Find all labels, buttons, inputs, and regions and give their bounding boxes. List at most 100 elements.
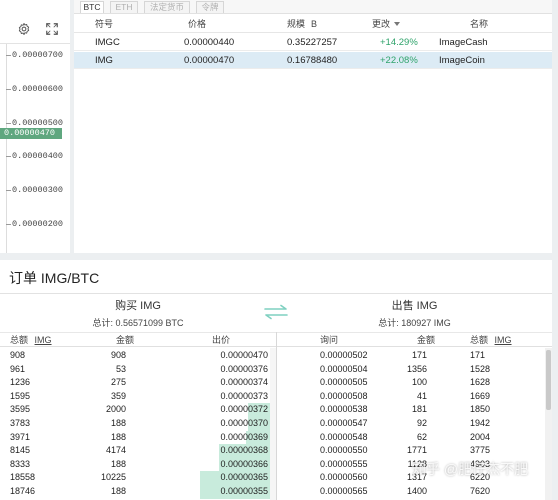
buy-amount: 188 [110, 418, 126, 428]
sell-ask: 0.00000560 [320, 472, 368, 483]
chart-toolbar [0, 14, 70, 44]
swap-arrows-icon[interactable] [262, 304, 290, 320]
buy-total: 3595 [10, 404, 31, 415]
price-axis: 0.00000700 0.00000600 0.00000500 0.00000… [0, 44, 64, 253]
sell-total: 171 [470, 350, 486, 360]
sell-amount: 100 [411, 377, 427, 388]
buy-total: 8333 [10, 458, 31, 469]
sell-table-header: 询问 金额 总额 IMG [277, 332, 552, 347]
buy-price: 0.00000376 [220, 363, 268, 374]
buy-amount: 908 [110, 350, 126, 360]
sell-col-total-unit[interactable]: IMG [495, 335, 512, 345]
col-change[interactable]: 更改 [372, 15, 401, 32]
buy-order-row[interactable]: 3971 188 0.00000369 [0, 430, 270, 445]
sell-ask: 0.00000504 [320, 363, 368, 374]
sell-ask: 0.00000547 [320, 418, 368, 428]
buy-col-total: 总额 IMG [10, 333, 52, 347]
row-name: ImageCash [439, 37, 488, 48]
col-name[interactable]: 名称 [470, 15, 488, 32]
market-row-selected[interactable]: IMG 0.00000470 0.16788480 +22.08% ImageC… [74, 52, 552, 69]
buy-total: 1595 [10, 390, 31, 401]
sell-amount: 1771 [406, 445, 427, 456]
market-tabs: BTC ETH 法定货币 令牌 [74, 0, 552, 14]
row-volume: 0.35227257 [287, 37, 338, 48]
buy-amount: 53 [115, 363, 126, 374]
axis-label: 0.00000500 [12, 118, 64, 128]
col-volume[interactable]: 规模 B [287, 15, 317, 32]
sell-amount: 41 [416, 390, 427, 401]
col-volume-unit: B [311, 18, 318, 29]
buy-price: 0.00000369 [220, 431, 268, 442]
row-change: +22.08% [380, 55, 418, 66]
buy-col-total-label: 总额 [10, 335, 29, 345]
sell-order-row[interactable]: 0.00000504 1356 1528 [277, 363, 545, 377]
buy-total: 1236 [10, 377, 31, 388]
axis-label: 0.00000200 [12, 219, 64, 229]
row-change: +14.29% [380, 37, 418, 48]
tab-tokens[interactable]: 令牌 [196, 1, 224, 13]
sell-ask: 0.00000550 [320, 445, 368, 456]
buy-order-row[interactable]: 8145 4174 0.00000368 [0, 444, 270, 458]
buy-amount: 10225 [100, 472, 126, 483]
market-row[interactable]: IMGC 0.00000440 0.35227257 +14.29% Image… [74, 34, 552, 51]
buy-price: 0.00000373 [220, 390, 268, 401]
sell-scrollbar[interactable] [545, 348, 552, 500]
buy-price: 0.00000372 [220, 404, 268, 415]
col-change-label: 更改 [372, 19, 391, 29]
scrollbar-thumb[interactable] [546, 350, 551, 410]
gear-icon[interactable] [14, 19, 34, 39]
sell-total: 总计: 180927 IMG [378, 318, 451, 328]
row-price: 0.00000440 [184, 37, 235, 48]
buy-col-total-unit[interactable]: IMG [35, 335, 52, 345]
buy-order-row[interactable]: 18746 188 0.00000355 [0, 485, 270, 499]
sell-order-row[interactable]: 0.00000502 171 171 [277, 349, 545, 363]
sell-ask: 0.00000505 [320, 377, 368, 388]
sell-amount: 62 [416, 431, 427, 442]
current-price-marker: 0.00000470 [0, 128, 62, 139]
buy-amount: 275 [110, 377, 126, 388]
sell-amount: 92 [416, 418, 427, 428]
buy-amount: 188 [110, 458, 126, 469]
buy-col-amount: 金额 [116, 335, 135, 345]
buy-order-row[interactable]: 3595 2000 0.00000372 [0, 403, 270, 417]
sell-amount: 181 [411, 404, 427, 415]
sell-ask: 0.00000565 [320, 486, 368, 496]
col-price[interactable]: 价格 [188, 15, 206, 32]
sell-order-row[interactable]: 0.00000550 1771 3775 [277, 444, 545, 458]
buy-order-row[interactable]: 1236 275 0.00000374 [0, 376, 270, 390]
tab-btc[interactable]: BTC [80, 1, 104, 13]
sell-order-row[interactable]: 0.00000565 1400 7620 [277, 485, 545, 499]
buy-order-row[interactable]: 1595 359 0.00000373 [0, 390, 270, 404]
buy-order-row[interactable]: 18558 10225 0.00000365 [0, 471, 270, 485]
buy-order-row[interactable]: 8333 188 0.00000366 [0, 457, 270, 472]
buy-total: 3971 [10, 431, 31, 442]
buy-order-row[interactable]: 961 53 0.00000376 [0, 363, 270, 377]
sell-amount: 1356 [406, 363, 427, 374]
sell-ask: 0.00000548 [320, 431, 368, 442]
tab-fiat[interactable]: 法定货币 [144, 1, 190, 13]
sell-order-row[interactable]: 0.00000548 62 2004 [277, 431, 545, 445]
buy-order-row[interactable]: 3783 188 0.00000370 [0, 417, 270, 431]
buy-col-price: 出价 [212, 335, 231, 345]
sell-ask: 0.00000538 [320, 404, 368, 415]
sell-order-row[interactable]: 0.00000538 181 1850 [277, 403, 545, 417]
gear-icon-svg [18, 22, 30, 36]
sell-total: 3775 [470, 445, 491, 456]
buy-price: 0.00000366 [220, 458, 268, 469]
buy-price: 0.00000368 [220, 445, 268, 456]
col-symbol[interactable]: 符号 [95, 15, 113, 32]
buy-total: 8145 [10, 445, 31, 456]
col-volume-label: 规模 [287, 19, 306, 29]
tab-eth[interactable]: ETH [110, 1, 138, 13]
row-name: ImageCoin [439, 55, 485, 66]
sell-order-row[interactable]: 0.00000508 41 1669 [277, 390, 545, 404]
sell-order-row[interactable]: 0.00000547 92 1942 [277, 417, 545, 431]
sell-ask: 0.00000508 [320, 390, 368, 401]
expand-icon[interactable] [42, 19, 62, 39]
sell-order-row[interactable]: 0.00000505 100 1628 [277, 376, 545, 390]
buy-scrollbar[interactable] [270, 348, 276, 500]
buy-total: 总计: 0.56571099 BTC [92, 318, 184, 328]
buy-order-row[interactable]: 908 908 0.00000470 [0, 349, 270, 363]
buy-amount: 188 [110, 431, 126, 442]
axis-label: 0.00000700 [12, 50, 64, 60]
